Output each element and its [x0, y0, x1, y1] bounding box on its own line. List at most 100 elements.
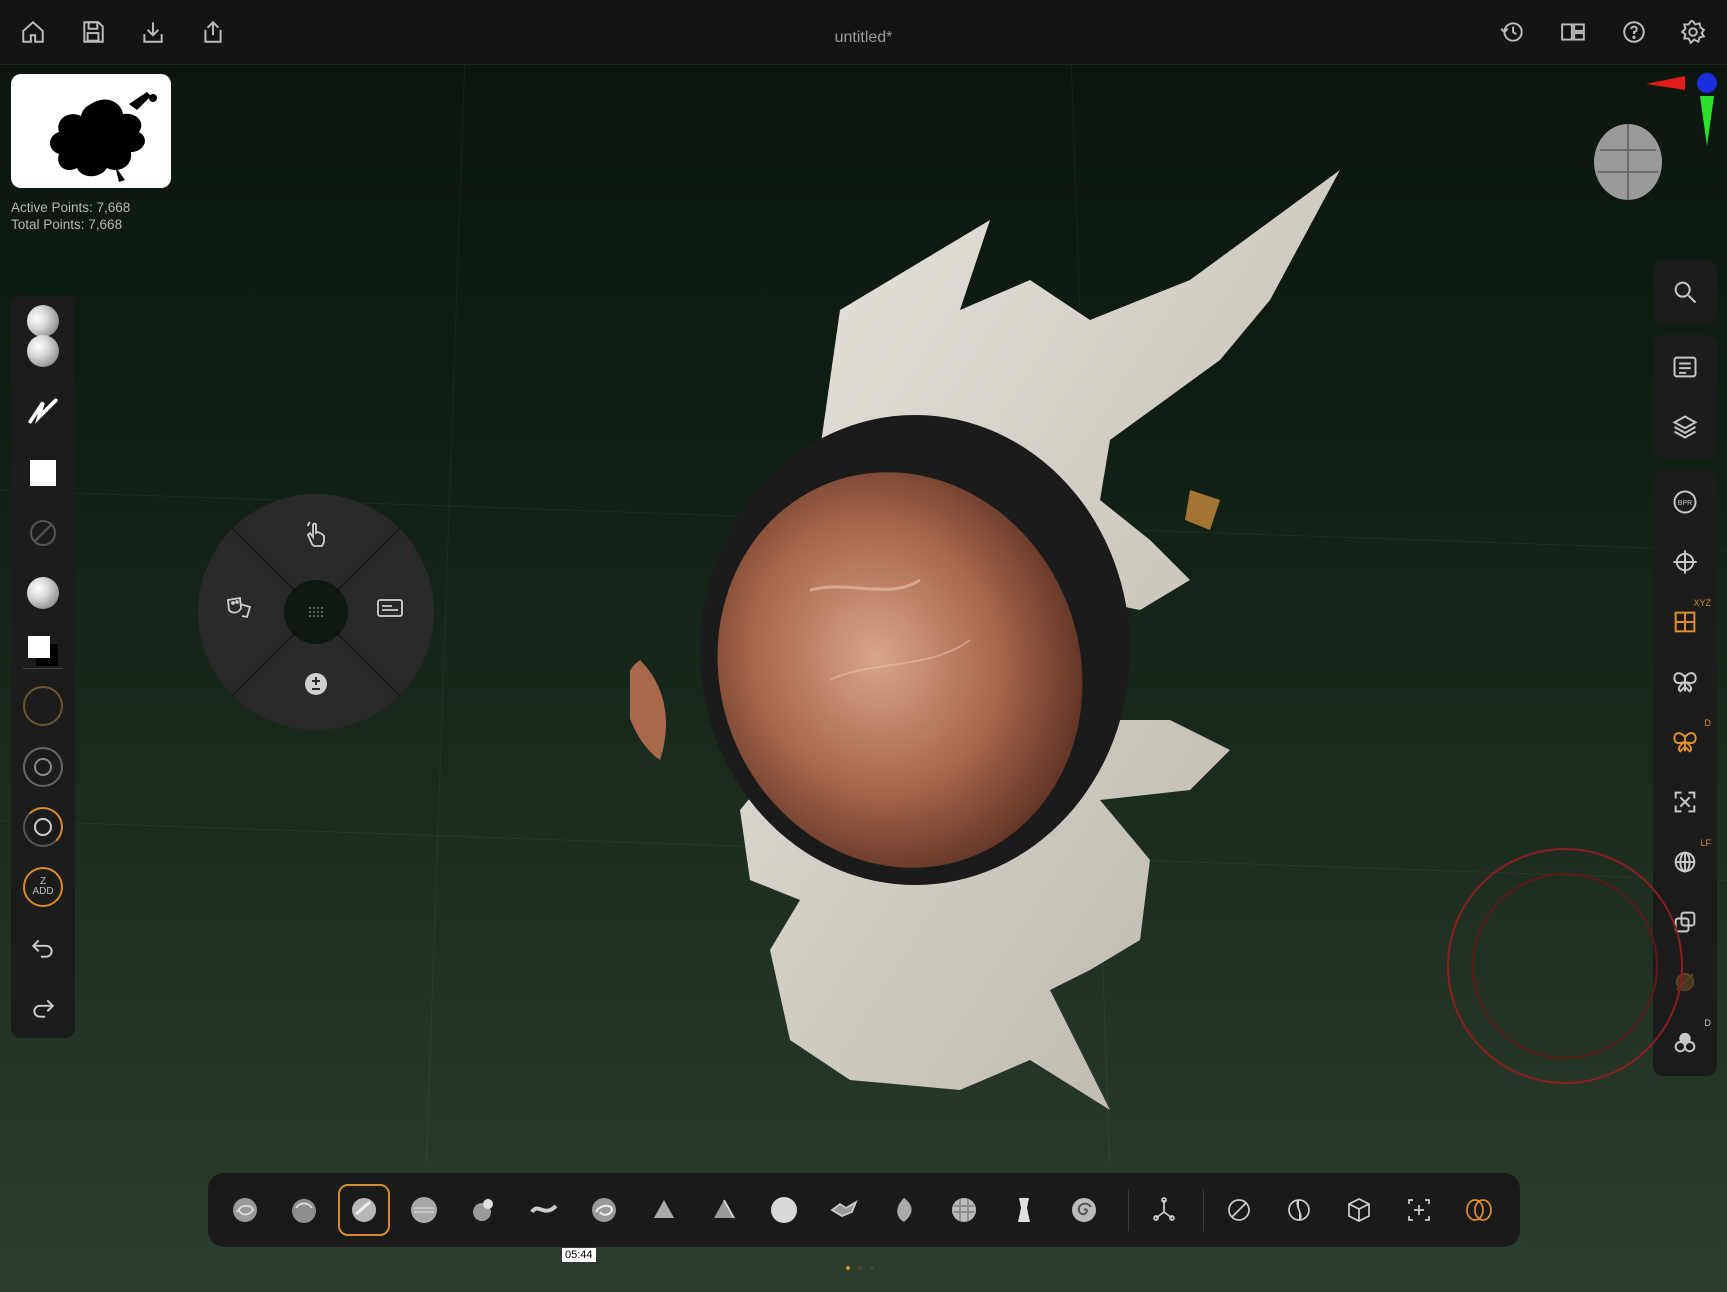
grid-dots-icon [309, 607, 323, 617]
spiral-brush[interactable] [1058, 1184, 1110, 1236]
local-transform-button[interactable]: LF [1653, 834, 1717, 890]
snakehook-brush[interactable] [578, 1184, 630, 1236]
spiral-brush-icon [1072, 1198, 1096, 1222]
cube-icon [1348, 1198, 1370, 1222]
alpha-preview[interactable] [11, 74, 171, 188]
intensity-control[interactable] [11, 802, 75, 852]
active-points: Active Points: 7,668 [11, 200, 131, 215]
time-tooltip: 05:44 [561, 1247, 597, 1263]
butterfly-icon [1673, 672, 1697, 693]
hpolish-brush[interactable] [698, 1184, 750, 1236]
move-gizmo-icon [1673, 550, 1697, 574]
texture-button[interactable] [11, 508, 75, 558]
xyz-symmetry-icon [1674, 611, 1696, 633]
standard-brush-icon [352, 1198, 376, 1222]
sculpt-model[interactable] [630, 160, 1410, 1130]
transpose-button[interactable] [1138, 1184, 1190, 1236]
focal-shift-control[interactable] [11, 742, 75, 792]
dynamesh-button[interactable] [1273, 1184, 1325, 1236]
snakehook-brush-icon [592, 1198, 616, 1222]
inflate-brush[interactable] [458, 1184, 510, 1236]
symmetry-button[interactable] [1653, 654, 1717, 710]
plus-minus-icon [305, 673, 327, 695]
mask-button[interactable] [1213, 1184, 1265, 1236]
dynamesh-icon [1288, 1199, 1310, 1221]
brush-preview-button[interactable] [11, 326, 75, 376]
pie-masks-segment[interactable] [212, 580, 268, 636]
ear [630, 660, 666, 760]
xyz-symmetry-button[interactable]: XYZ [1653, 594, 1717, 650]
bpr-button[interactable]: BPR [1653, 474, 1717, 530]
draw-size-ring [23, 686, 63, 726]
divider [1203, 1189, 1204, 1231]
focal-shift-ring [23, 747, 63, 787]
undo-icon [31, 939, 53, 958]
clay-buildup-brush[interactable] [278, 1184, 330, 1236]
undo-button[interactable] [11, 923, 75, 973]
history-icon[interactable] [1494, 14, 1530, 50]
hand-pointer-icon [306, 521, 325, 547]
page-dot[interactable] [858, 1266, 862, 1270]
subdivide-button[interactable] [1333, 1184, 1385, 1236]
trim-dynamic-brush[interactable] [638, 1184, 690, 1236]
stroke-icon [28, 398, 58, 424]
tool-list-icon [1673, 356, 1697, 378]
chisel-brush[interactable] [818, 1184, 870, 1236]
dam-brush-icon [530, 1204, 558, 1214]
layers-button[interactable] [1653, 399, 1717, 455]
help-icon[interactable] [1616, 14, 1652, 50]
brush-sphere-icon [27, 335, 59, 367]
redo-button[interactable] [11, 983, 75, 1033]
pie-panel-segment[interactable] [362, 580, 418, 636]
radial-symmetry-button[interactable]: D [1653, 714, 1717, 770]
color-swatch-icon [28, 636, 58, 666]
polish-toggle[interactable] [1453, 1184, 1505, 1236]
frame-button[interactable] [1653, 774, 1717, 830]
tool-list-button[interactable] [1653, 339, 1717, 395]
spheres-icon [1674, 1032, 1696, 1053]
zadd-label: Z ADD [32, 876, 54, 897]
redo-icon [33, 999, 55, 1018]
intensity-ring [23, 807, 63, 847]
view-head-gizmo[interactable] [1590, 120, 1666, 204]
mask-icon [1228, 1199, 1250, 1221]
imm-brush[interactable] [998, 1184, 1050, 1236]
svg-text:BPR: BPR [1678, 500, 1692, 507]
insert-button[interactable] [1393, 1184, 1445, 1236]
search-icon [1674, 281, 1697, 304]
zadd-toggle[interactable]: Z ADD [11, 862, 75, 912]
document-title: untitled* [834, 29, 893, 46]
draw-size-control[interactable] [11, 681, 75, 731]
pie-center-button[interactable] [284, 580, 348, 644]
dam-standard-brush[interactable] [518, 1184, 570, 1236]
right-toolbar-panels [1653, 335, 1717, 459]
smooth-brush-icon [411, 1197, 437, 1223]
pinch-brush[interactable] [878, 1184, 930, 1236]
layout-icon[interactable] [1555, 14, 1591, 50]
imm-brush-icon [1018, 1198, 1030, 1222]
move-gizmo-button[interactable] [1653, 534, 1717, 590]
page-dot[interactable] [870, 1266, 874, 1270]
pie-add-segment[interactable] [288, 656, 344, 712]
d-last-label: D [1704, 1018, 1712, 1028]
search-button[interactable] [1653, 264, 1717, 320]
pie-gesture-segment[interactable] [288, 506, 344, 562]
curve-tube-brush[interactable] [938, 1184, 990, 1236]
flatten-brush[interactable] [758, 1184, 810, 1236]
texture-disabled-icon [30, 520, 56, 546]
mesh-brush-icon [952, 1198, 976, 1222]
material-button[interactable] [11, 568, 75, 618]
smooth-brush[interactable] [398, 1184, 450, 1236]
radial-symmetry-icon [1673, 732, 1697, 753]
settings-icon[interactable] [1675, 14, 1711, 50]
inflate-brush-icon [473, 1199, 493, 1221]
move-brush[interactable] [219, 1184, 271, 1236]
layers-icon [1672, 415, 1698, 439]
standard-brush[interactable] [338, 1184, 390, 1236]
xyz-label: XYZ [1693, 598, 1711, 608]
page-dot-active[interactable] [846, 1266, 850, 1270]
alpha-button[interactable] [11, 448, 75, 498]
stroke-button[interactable] [11, 386, 75, 436]
y-axis-arrow [1700, 96, 1714, 146]
zadd-ring: Z ADD [23, 867, 63, 907]
